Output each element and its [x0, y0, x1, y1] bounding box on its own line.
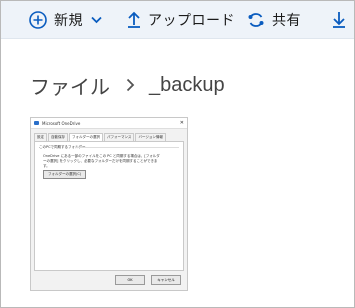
new-label: 新規: [54, 12, 83, 29]
close-icon: ✕: [179, 120, 184, 126]
thumbnail-window-title: Microsoft OneDrive: [42, 120, 81, 126]
share-icon: [247, 11, 265, 29]
thumbnail-tab: パフォーマンス: [104, 133, 135, 141]
thumbnail-divider: [75, 147, 179, 148]
command-bar: 新規 アップロード 共有: [1, 1, 354, 39]
thumbnail-panel: このPCで同期するフォルダー OneDrive にある一部のファイルをこの PC…: [34, 141, 184, 271]
file-thumbnail[interactable]: Microsoft OneDrive ✕ 設定 自動保存 フォルダーの選択 パフ…: [30, 117, 188, 291]
thumbnail-tab-active: フォルダーの選択: [69, 133, 103, 141]
breadcrumb-root[interactable]: ファイル: [30, 71, 110, 100]
onedrive-cloud-icon: [34, 121, 39, 125]
thumbnail-tab: 自動保存: [48, 133, 68, 141]
thumbnail-ok-button: OK: [115, 275, 145, 285]
download-button[interactable]: [332, 1, 346, 38]
thumbnail-tab: 設定: [34, 133, 47, 141]
thumbnail-titlebar: Microsoft OneDrive ✕: [31, 118, 187, 129]
upload-arrow-icon: [127, 11, 141, 28]
thumbnail-tab: バージョン情報: [135, 133, 166, 141]
upload-button[interactable]: アップロード: [127, 1, 235, 38]
thumbnail-body-text: OneDrive にある一部のファイルをこの PC と同期する場合は、[フォルダ…: [43, 154, 160, 168]
thumbnail-footer: OK キャンセル: [115, 275, 181, 285]
new-button[interactable]: 新規: [29, 1, 102, 38]
thumbnail-choose-folders-button: フォルダーの選択(C): [43, 170, 87, 179]
upload-label: アップロード: [148, 12, 235, 29]
chevron-down-icon: [91, 16, 102, 24]
share-label: 共有: [272, 12, 301, 29]
download-arrow-icon: [332, 11, 346, 28]
share-button[interactable]: 共有: [247, 1, 301, 38]
chevron-right-icon: [126, 78, 135, 92]
plus-circle-icon: [29, 10, 47, 29]
breadcrumb: ファイル _backup: [30, 70, 225, 100]
breadcrumb-current: _backup: [149, 73, 225, 96]
thumbnail-cancel-button: キャンセル: [151, 275, 181, 285]
thumbnail-tabs: 設定 自動保存 フォルダーの選択 パフォーマンス バージョン情報: [31, 129, 187, 141]
